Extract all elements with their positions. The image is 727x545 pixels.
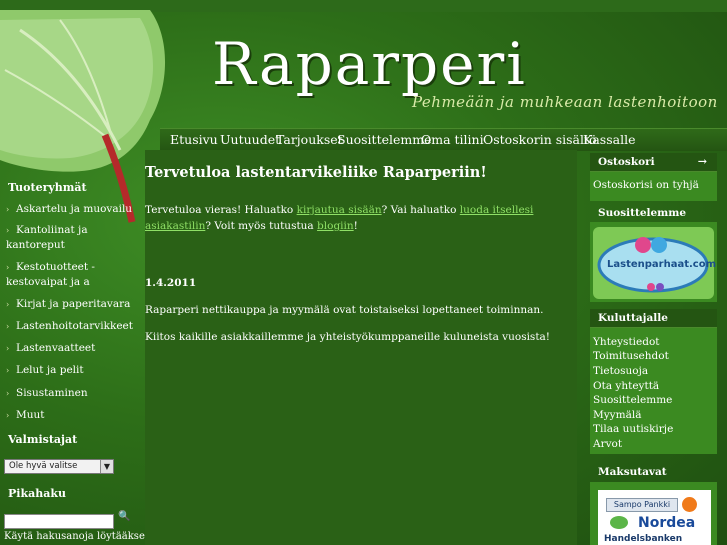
search-icon[interactable]: 🔍 bbox=[118, 511, 130, 522]
sampo-logo: Sampo Pankki bbox=[606, 498, 678, 512]
site-tagline: Pehmeään ja muhkeaan lastenhoitoon bbox=[412, 93, 718, 111]
link-yhteystiedot[interactable]: Yhteystiedot bbox=[593, 336, 660, 348]
link-arvot[interactable]: Arvot bbox=[593, 438, 622, 450]
category-lastenvaatteet[interactable]: › Lastenvaatteet bbox=[6, 341, 134, 356]
nav-oma-tilini[interactable]: Oma tilini bbox=[421, 132, 484, 147]
news-text-2: Kiitos kaikille asiakkaillemme ja yhteis… bbox=[145, 331, 551, 343]
nav-suosittelemme[interactable]: Suosittelemme bbox=[337, 132, 432, 147]
payment-header: Maksutavat bbox=[598, 466, 667, 478]
category-lelut[interactable]: › Lelut ja pelit bbox=[6, 363, 134, 378]
lastenparhaat-logo[interactable]: Lastenparhaat.com bbox=[593, 227, 716, 299]
nordea-logo: Nordea bbox=[638, 515, 696, 531]
link-tietosuoja[interactable]: Tietosuoja bbox=[593, 365, 648, 377]
category-lastenhoitotarvikkeet[interactable]: › Lastenhoitotarvikkeet bbox=[6, 319, 134, 334]
categories-heading: Tuoteryhmät bbox=[8, 181, 87, 194]
category-kestotuotteet[interactable]: › Kestotuotteet - kestovaipat ja a bbox=[6, 260, 134, 289]
consumer-header: Kuluttajalle bbox=[590, 309, 717, 328]
news-text-1: Raparperi nettikauppa ja myymälä ovat to… bbox=[145, 304, 544, 316]
link-tilaa-uutiskirje[interactable]: Tilaa uutiskirje bbox=[593, 423, 673, 435]
handelsbanken-logo: Handelsbanken bbox=[604, 534, 683, 544]
bullet-arrow-icon: › bbox=[6, 366, 10, 375]
category-kantoliinat[interactable]: › Kantoliinat ja kantoreput bbox=[6, 223, 134, 252]
bullet-arrow-icon: › bbox=[6, 263, 10, 272]
category-kirjat[interactable]: › Kirjat ja paperitavara bbox=[6, 297, 134, 312]
sampo-icon bbox=[682, 497, 697, 512]
manufacturer-select[interactable]: Ole hyvä valitse ▼ bbox=[4, 459, 114, 474]
nav-kassalle[interactable]: Kassalle bbox=[583, 132, 635, 147]
cart-empty-text: Ostoskorisi on tyhjä bbox=[593, 179, 699, 191]
quicksearch-heading: Pikahaku bbox=[8, 487, 66, 500]
blog-link[interactable]: blogiin bbox=[317, 220, 354, 232]
bullet-arrow-icon: › bbox=[6, 226, 10, 235]
welcome-text: Tervetuloa vieras! Haluatko kirjautua si… bbox=[145, 204, 534, 232]
nav-uutuudet[interactable]: Uutuudet bbox=[220, 132, 280, 147]
page-title: Tervetuloa lastentarvikeliike Raparperii… bbox=[145, 164, 487, 181]
bullet-arrow-icon: › bbox=[6, 322, 10, 331]
link-toimitusehdot[interactable]: Toimitusehdot bbox=[593, 350, 669, 362]
main-navigation: Etusivu Uutuudet Tarjoukset Suosittelemm… bbox=[160, 128, 727, 151]
nav-ostoskorin-sisalto[interactable]: Ostoskorin sisältö bbox=[483, 132, 597, 147]
category-muut[interactable]: › Muut bbox=[6, 408, 134, 423]
nav-etusivu[interactable]: Etusivu bbox=[170, 132, 218, 147]
bullet-arrow-icon: › bbox=[6, 205, 10, 214]
category-askartelu[interactable]: › Askartelu ja muovailu bbox=[6, 202, 134, 217]
nav-tarjoukset[interactable]: Tarjoukset bbox=[276, 132, 343, 147]
news-date: 1.4.2011 bbox=[145, 277, 197, 289]
search-hint: Käytä hakusanoja löytääksesi bbox=[4, 531, 154, 542]
bullet-arrow-icon: › bbox=[6, 300, 10, 309]
bank-badge-icon bbox=[610, 516, 628, 529]
category-sisustaminen[interactable]: › Sisustaminen bbox=[6, 386, 134, 401]
recommend-header: Suosittelemme bbox=[598, 207, 687, 219]
main-content: Tervetuloa lastentarvikeliike Raparperii… bbox=[145, 150, 577, 545]
manufacturers-heading: Valmistajat bbox=[8, 433, 78, 446]
site-logo[interactable]: Raparperi bbox=[212, 30, 527, 98]
cart-header[interactable]: Ostoskori → bbox=[590, 153, 717, 172]
bullet-arrow-icon: › bbox=[6, 411, 10, 420]
search-input[interactable] bbox=[4, 514, 114, 529]
payment-banks: Sampo Pankki Nordea Handelsbanken bbox=[598, 490, 711, 545]
bullet-arrow-icon: › bbox=[6, 389, 10, 398]
bullet-arrow-icon: › bbox=[6, 344, 10, 353]
login-link[interactable]: kirjautua sisään bbox=[297, 204, 382, 216]
chevron-down-icon[interactable]: ▼ bbox=[100, 460, 113, 473]
link-ota-yhteytta[interactable]: Ota yhteyttä bbox=[593, 380, 659, 392]
link-myymala[interactable]: Myymälä bbox=[593, 409, 641, 421]
link-suosittelemme[interactable]: Suosittelemme bbox=[593, 394, 672, 406]
arrow-right-icon[interactable]: → bbox=[698, 155, 707, 168]
